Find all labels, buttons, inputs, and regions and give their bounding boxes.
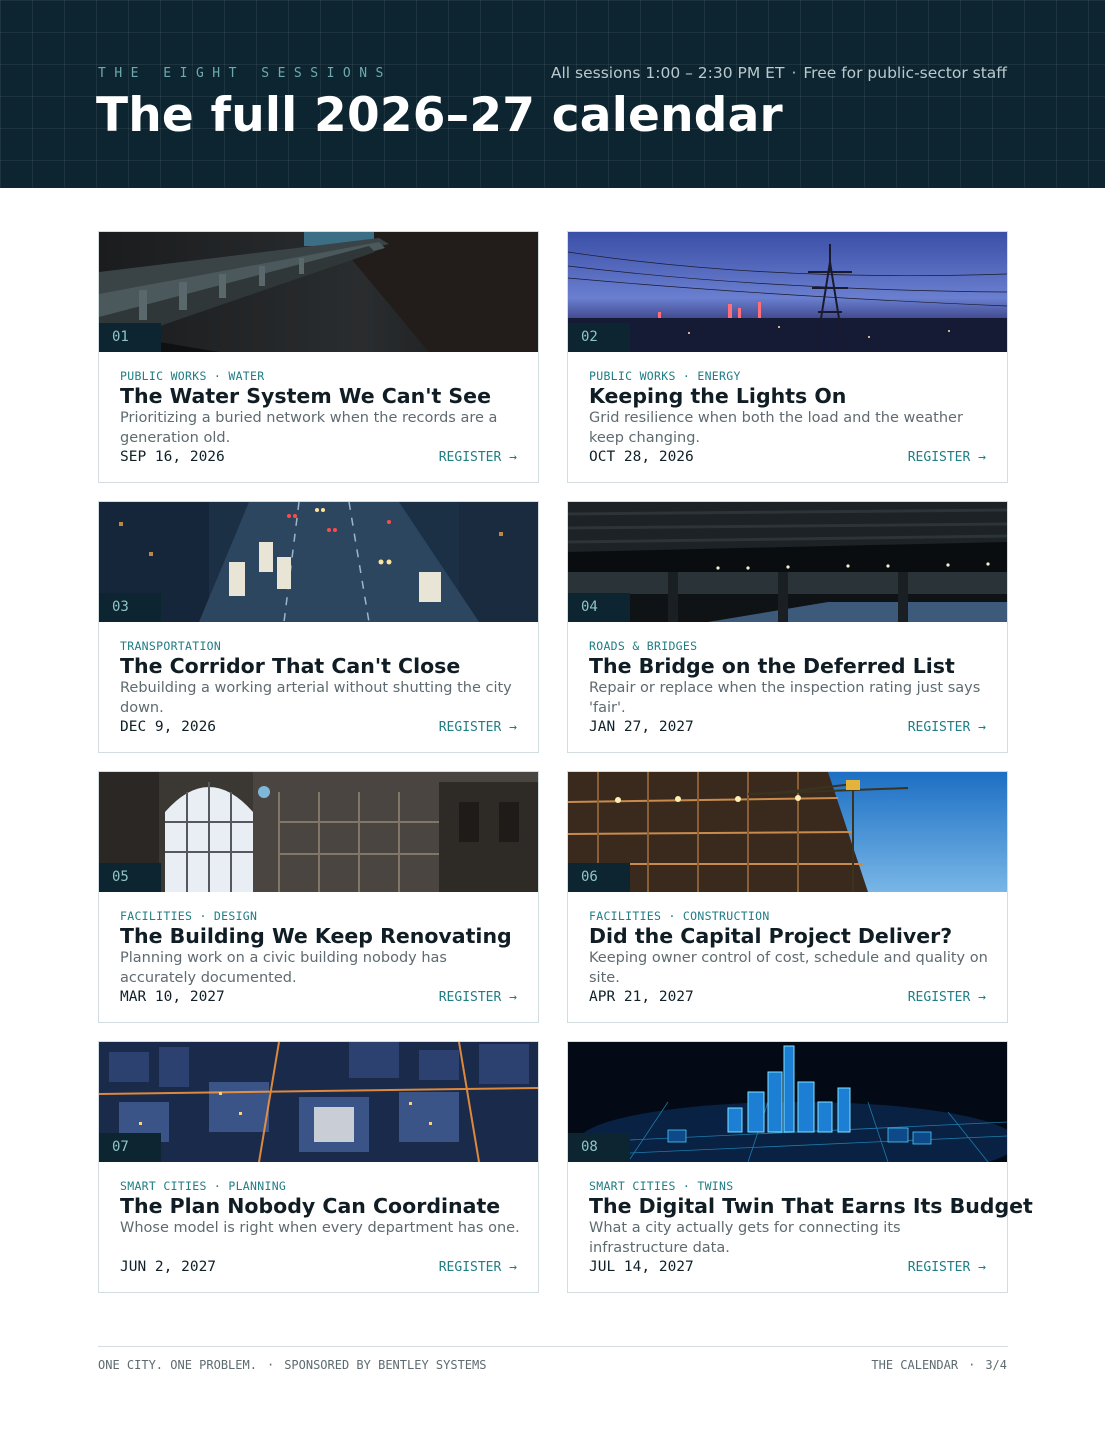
footer-separator: · [266,1358,275,1372]
footer-right: THE CALENDAR · 3/4 [871,1358,1007,1372]
session-number: 04 [568,593,630,622]
page-title: The full 2026–27 calendar [96,88,783,143]
session-description: Prioritizing a buried network when the r… [120,410,498,446]
footer-separator: · [968,1358,976,1372]
session-description: Keeping owner control of cost, schedule … [589,950,988,986]
section-eyebrow: THE EIGHT SESSIONS [98,66,392,81]
register-link[interactable]: REGISTER → [908,1260,986,1275]
session-title: Did the Capital Project Deliver? [589,924,953,948]
footer-divider [98,1346,1008,1347]
session-title: The Digital Twin That Earns Its Budget [589,1194,1033,1218]
session-date: APR 21, 2027 [589,989,694,1005]
session-price-note: Free for public-sector staff [803,64,1007,82]
session-date: JUL 14, 2027 [589,1259,694,1275]
session-card: 08 SMART CITIES · TWINS The Digital Twin… [567,1041,1033,1293]
session-description: Planning work on a civic building nobody… [120,950,447,986]
footer-sponsor: SPONSORED BY BENTLEY SYSTEMS [284,1358,487,1372]
session-description: Grid resilience when both the load and t… [589,410,963,446]
session-card: 06 FACILITIES · CONSTRUCTION Did the Cap… [567,771,1008,1023]
meta-separator: · [791,64,797,82]
session-card: 02 PUBLIC WORKS · ENERGY Keeping the Lig… [567,231,1008,483]
session-title: The Water System We Can't See [120,384,491,408]
header-banner: THE EIGHT SESSIONS All sessions 1:00 – 2… [0,0,1105,188]
session-title: The Bridge on the Deferred List [589,654,955,678]
session-date: OCT 28, 2026 [589,449,694,465]
session-number: 02 [568,323,630,352]
digital-twin-city-image: 08 [568,1042,1007,1162]
session-card: 04 ROADS & BRIDGES The Bridge on the Def… [567,501,1008,753]
session-number: 01 [99,323,161,352]
register-link[interactable]: REGISTER → [908,990,986,1005]
construction-crane-image: 06 [568,772,1007,892]
session-category: FACILITIES · DESIGN [120,909,258,923]
register-link[interactable]: REGISTER → [439,990,517,1005]
session-category: PUBLIC WORKS · ENERGY [589,369,741,383]
session-meta: All sessions 1:00 – 2:30 PM ET · Free for … [551,64,1007,82]
session-number: 07 [99,1133,161,1162]
session-number: 03 [99,593,161,622]
session-number: 05 [99,863,161,892]
session-category: SMART CITIES · PLANNING [120,1179,287,1193]
session-description: What a city actually gets for connecting… [589,1220,901,1256]
session-title: Keeping the Lights On [589,384,847,408]
session-date: DEC 9, 2026 [120,719,217,735]
night-traffic-image: 03 [99,502,538,622]
session-time: All sessions 1:00 – 2:30 PM ET [550,64,785,82]
session-date: MAR 10, 2027 [120,989,225,1005]
session-title: The Corridor That Can't Close [120,654,461,678]
session-card: 01 PUBLIC WORKS · WATER The Water System… [98,231,539,483]
city-aerial-night-image: 07 [99,1042,538,1162]
session-number: 06 [568,863,630,892]
civic-interior-image: 05 [99,772,538,892]
register-link[interactable]: REGISTER → [439,720,517,735]
session-date: JUN 2, 2027 [120,1259,217,1275]
power-tower-dusk-image: 02 [568,232,1007,352]
session-description: Whose model is right when every departme… [120,1220,520,1236]
register-link[interactable]: REGISTER → [908,450,986,465]
session-card: 07 SMART CITIES · PLANNING The Plan Nobo… [98,1041,539,1293]
session-category: FACILITIES · CONSTRUCTION [589,909,770,923]
session-category: SMART CITIES · TWINS [589,1179,734,1193]
page-number: 3/4 [985,1358,1007,1372]
session-title: The Building We Keep Renovating [120,924,512,948]
session-title: The Plan Nobody Can Coordinate [120,1194,501,1218]
session-category: ROADS & BRIDGES [589,639,698,653]
session-date: SEP 16, 2026 [120,449,225,465]
session-category: PUBLIC WORKS · WATER [120,369,265,383]
footer-section: THE CALENDAR [871,1358,959,1372]
session-card: 05 FACILITIES · DESIGN The Building We K… [98,771,539,1023]
session-category: TRANSPORTATION [120,639,222,653]
session-grid: 01 PUBLIC WORKS · WATER The Water System… [98,231,1033,1293]
pipes-in-trench-image: 01 [99,232,538,352]
session-number: 08 [568,1133,630,1162]
register-link[interactable]: REGISTER → [908,720,986,735]
register-link[interactable]: REGISTER → [439,1260,517,1275]
session-description: Rebuilding a working arterial without sh… [120,680,512,716]
session-description: Repair or replace when the inspection ra… [589,680,981,716]
session-card: 03 TRANSPORTATION The Corridor That Can'… [98,501,539,753]
footer-left: ONE CITY. ONE PROBLEM. · SPONSORED BY BENT… [98,1358,486,1372]
bridge-underside-image: 04 [568,502,1007,622]
register-link[interactable]: REGISTER → [439,450,517,465]
footer-tagline: ONE CITY. ONE PROBLEM. [98,1358,257,1372]
session-date: JAN 27, 2027 [589,719,694,735]
